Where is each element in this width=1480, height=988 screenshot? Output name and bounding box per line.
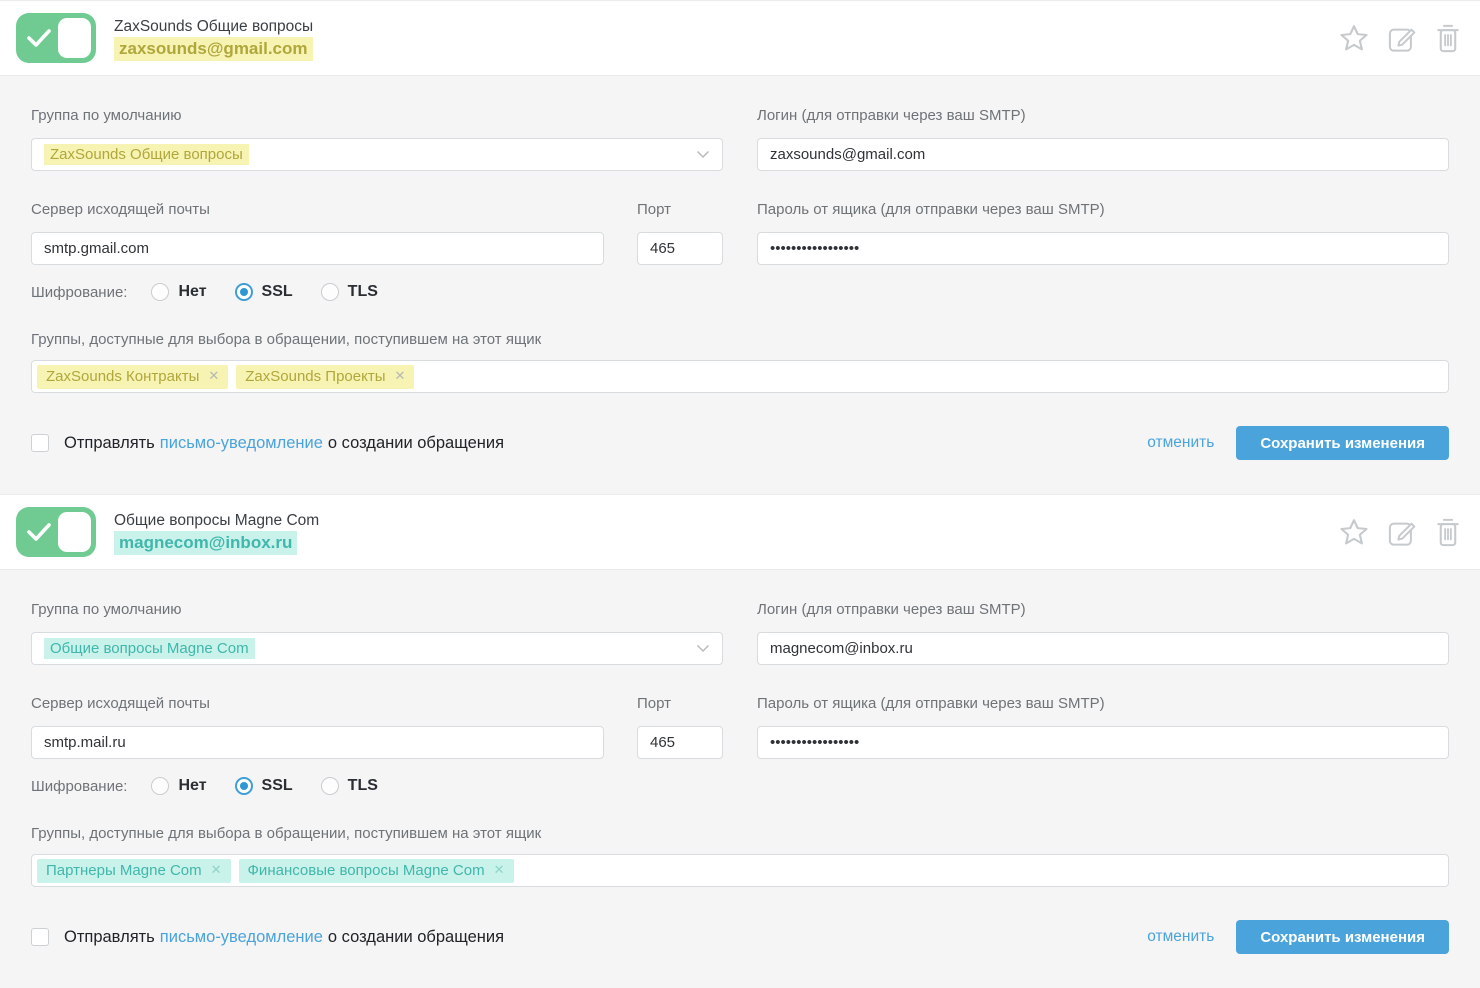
chevron-down-icon [696, 150, 710, 159]
smtp-server-input[interactable] [31, 232, 604, 265]
mailbox-email: zaxsounds@gmail.com [114, 37, 313, 61]
remove-tag-icon[interactable]: ✕ [395, 368, 406, 384]
notify-label: Отправлятьписьмо-уведомлениео создании о… [64, 928, 504, 947]
group-tag-label: ZaxSounds Проекты [245, 368, 385, 385]
group-tag: Партнеры Magne Com ✕ [37, 859, 231, 883]
smtp-login-input[interactable] [757, 138, 1449, 171]
mailbox-email: magnecom@inbox.ru [114, 531, 297, 555]
mailbox-settings-form: Группа по умолчанию ZaxSounds Общие вопр… [0, 76, 1480, 494]
cancel-button[interactable]: отменить [1147, 434, 1214, 452]
notify-checkbox[interactable] [31, 434, 49, 452]
toggle-check-icon [26, 521, 52, 543]
encryption-label: Шифрование: [31, 778, 127, 795]
group-tag-label: ZaxSounds Контракты [46, 368, 199, 385]
remove-tag-icon[interactable]: ✕ [208, 368, 219, 384]
notify-letter-link[interactable]: письмо-уведомление [160, 928, 323, 946]
toggle-knob [58, 512, 91, 552]
encryption-label: Шифрование: [31, 284, 127, 301]
smtp-server-label: Сервер исходящей почты [31, 201, 604, 218]
login-label: Логин (для отправки через ваш SMTP) [757, 107, 1449, 124]
default-group-value: ZaxSounds Общие вопросы [44, 144, 249, 165]
group-tag: Финансовые вопросы Magne Com ✕ [239, 859, 514, 883]
smtp-password-input[interactable] [757, 232, 1449, 265]
mailbox-heading: Общие вопросы Magne Com magnecom@inbox.r… [114, 510, 319, 555]
notify-label: Отправлятьписьмо-уведомлениео создании о… [64, 434, 504, 453]
radio-encryption-none[interactable]: Нет [151, 777, 206, 795]
star-icon[interactable] [1338, 22, 1370, 54]
radio-encryption-tls[interactable]: TLS [321, 777, 378, 795]
port-input[interactable] [637, 726, 723, 759]
radio-encryption-ssl[interactable]: SSL [235, 777, 293, 795]
available-groups-input[interactable]: ZaxSounds Контракты ✕ ZaxSounds Проекты … [31, 360, 1449, 393]
radio-circle [321, 283, 339, 301]
save-button[interactable]: Сохранить изменения [1236, 426, 1449, 460]
toggle-knob [58, 18, 91, 58]
encryption-radio-group: Шифрование: Нет SSL TLS [31, 280, 723, 304]
available-groups-label: Группы, доступные для выбора в обращении… [31, 825, 1449, 842]
port-label: Порт [637, 201, 723, 218]
toggle-check-icon [26, 27, 52, 49]
mailbox-actions [1338, 22, 1464, 54]
remove-tag-icon[interactable]: ✕ [211, 862, 222, 878]
smtp-login-input[interactable] [757, 632, 1449, 665]
mailbox-header: ZaxSounds Общие вопросы zaxsounds@gmail.… [0, 0, 1480, 76]
mailbox-title: Общие вопросы Magne Com [114, 510, 319, 531]
trash-icon[interactable] [1432, 22, 1464, 54]
default-group-select[interactable]: Общие вопросы Magne Com [31, 632, 723, 665]
mailbox-enabled-toggle[interactable] [16, 13, 96, 63]
mailbox-header: Общие вопросы Magne Com magnecom@inbox.r… [0, 494, 1480, 570]
radio-circle [151, 283, 169, 301]
mailbox-settings-form: Группа по умолчанию Общие вопросы Magne … [0, 570, 1480, 988]
port-label: Порт [637, 695, 723, 712]
smtp-server-label: Сервер исходящей почты [31, 695, 604, 712]
mailbox-title: ZaxSounds Общие вопросы [114, 16, 313, 37]
encryption-radio-group: Шифрование: Нет SSL TLS [31, 774, 723, 798]
chevron-down-icon [696, 644, 710, 653]
edit-icon[interactable] [1385, 22, 1417, 54]
radio-encryption-none[interactable]: Нет [151, 283, 206, 301]
notify-option: Отправлятьписьмо-уведомлениео создании о… [31, 928, 504, 947]
login-label: Логин (для отправки через ваш SMTP) [757, 601, 1449, 618]
available-groups-label: Группы, доступные для выбора в обращении… [31, 331, 1449, 348]
edit-icon[interactable] [1385, 516, 1417, 548]
group-tag: ZaxSounds Проекты ✕ [236, 365, 414, 389]
radio-circle [151, 777, 169, 795]
smtp-server-input[interactable] [31, 726, 604, 759]
mailbox-panel-2: Общие вопросы Magne Com magnecom@inbox.r… [0, 494, 1480, 988]
password-label: Пароль от ящика (для отправки через ваш … [757, 201, 1449, 218]
mailbox-enabled-toggle[interactable] [16, 507, 96, 557]
mailbox-actions [1338, 516, 1464, 548]
radio-circle [321, 777, 339, 795]
notify-letter-link[interactable]: письмо-уведомление [160, 434, 323, 452]
notify-checkbox[interactable] [31, 928, 49, 946]
default-group-label: Группа по умолчанию [31, 107, 723, 124]
save-button[interactable]: Сохранить изменения [1236, 920, 1449, 954]
mailbox-heading: ZaxSounds Общие вопросы zaxsounds@gmail.… [114, 16, 313, 61]
password-label: Пароль от ящика (для отправки через ваш … [757, 695, 1449, 712]
notify-option: Отправлятьписьмо-уведомлениео создании о… [31, 434, 504, 453]
radio-circle [235, 777, 253, 795]
default-group-label: Группа по умолчанию [31, 601, 723, 618]
available-groups-input[interactable]: Партнеры Magne Com ✕ Финансовые вопросы … [31, 854, 1449, 887]
group-tag-label: Партнеры Magne Com [46, 862, 202, 879]
group-tag-label: Финансовые вопросы Magne Com [248, 862, 485, 879]
remove-tag-icon[interactable]: ✕ [494, 862, 505, 878]
radio-circle [235, 283, 253, 301]
group-tag: ZaxSounds Контракты ✕ [37, 365, 228, 389]
cancel-button[interactable]: отменить [1147, 928, 1214, 946]
port-input[interactable] [637, 232, 723, 265]
smtp-password-input[interactable] [757, 726, 1449, 759]
mailbox-panel-1: ZaxSounds Общие вопросы zaxsounds@gmail.… [0, 0, 1480, 494]
default-group-select[interactable]: ZaxSounds Общие вопросы [31, 138, 723, 171]
default-group-value: Общие вопросы Magne Com [44, 638, 255, 659]
trash-icon[interactable] [1432, 516, 1464, 548]
radio-encryption-ssl[interactable]: SSL [235, 283, 293, 301]
radio-encryption-tls[interactable]: TLS [321, 283, 378, 301]
star-icon[interactable] [1338, 516, 1370, 548]
